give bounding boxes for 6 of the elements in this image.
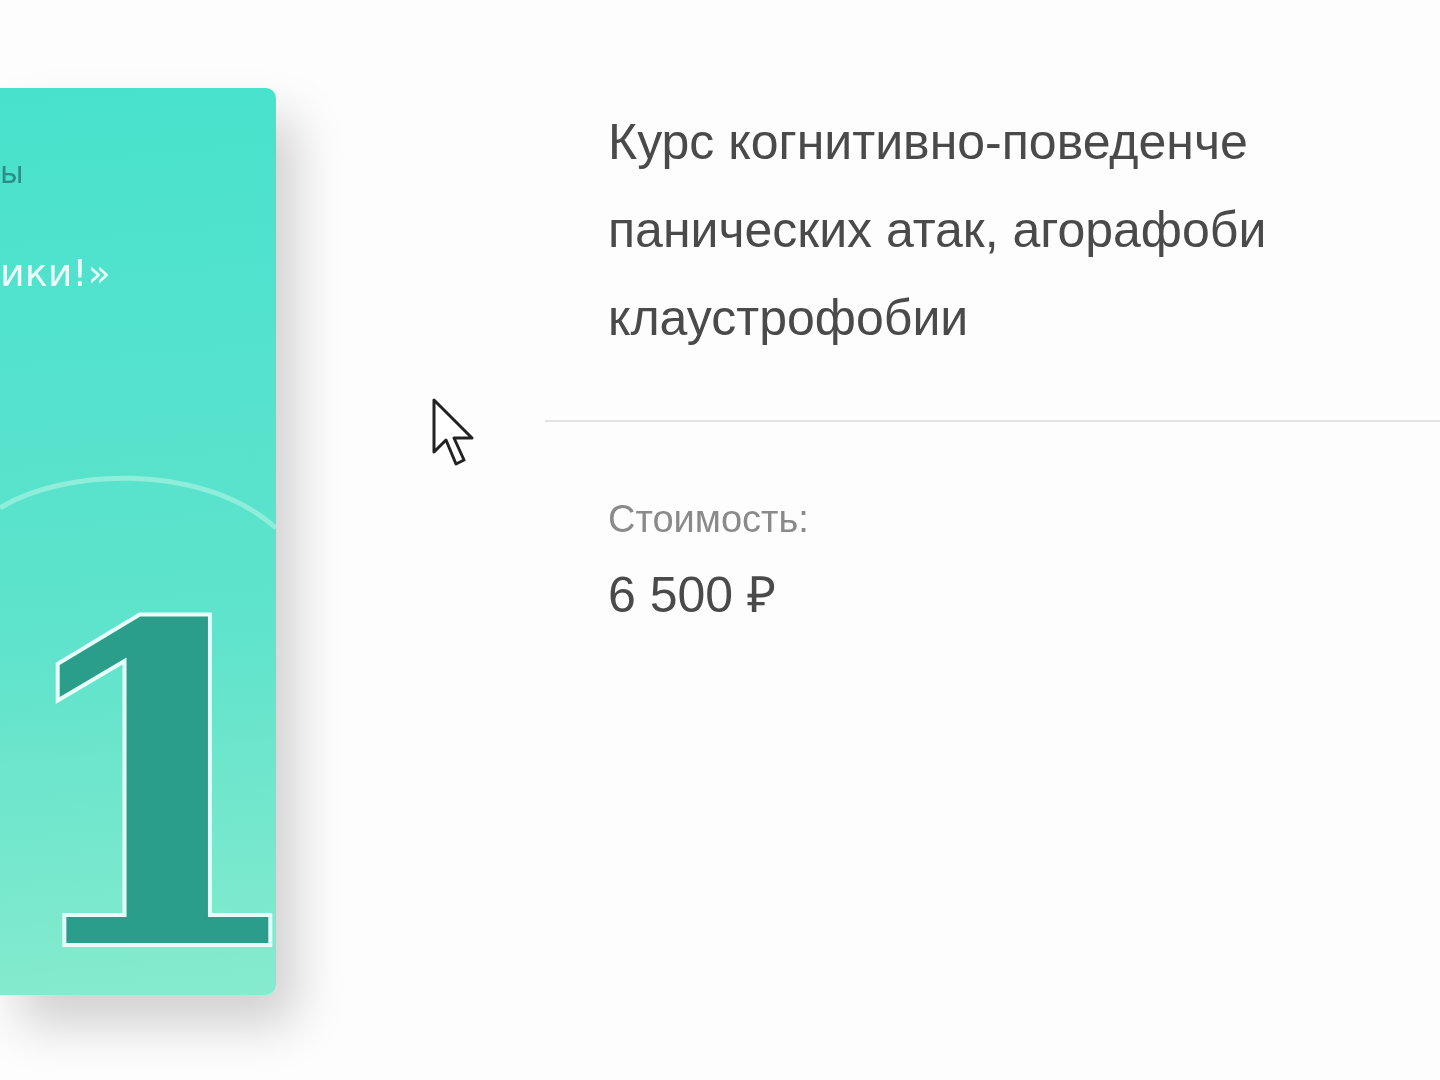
course-title: Курс когнитивно-поведенче панических атак, агорафоби клаустрофобии [608,113,1268,348]
cover-text: ы [0,158,24,188]
cover-headline: ики!» [0,253,111,295]
price-label: Стоимость: [608,498,810,541]
cover-numeral: 1 [6,613,276,965]
price-value: 6 500 ₽ [608,566,777,625]
